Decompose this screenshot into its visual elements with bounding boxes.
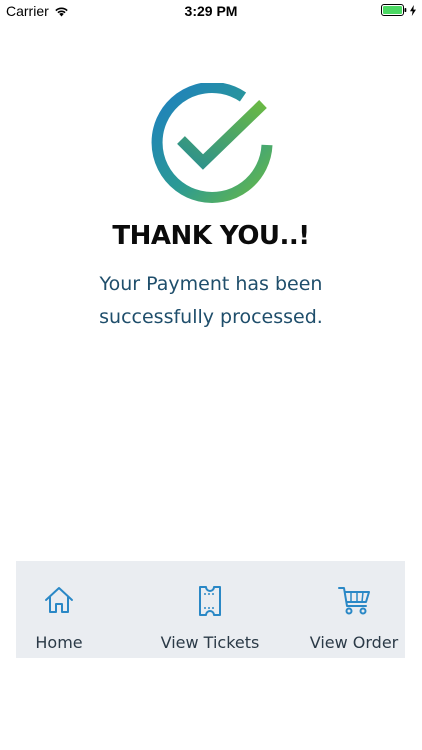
view-tickets-label: View Tickets xyxy=(160,633,260,652)
ticket-icon xyxy=(199,586,221,616)
view-tickets-button[interactable]: View Tickets xyxy=(146,561,274,658)
status-time: 3:29 PM xyxy=(184,3,238,19)
payment-success-screen: Carrier 3:29 PM THANK YOU..! Your Paymen… xyxy=(0,0,422,750)
view-order-button[interactable]: View Order xyxy=(308,561,400,658)
status-bar: Carrier 3:29 PM xyxy=(0,0,422,22)
bottom-action-bar: Home View Tickets View Order xyxy=(16,561,405,658)
payment-success-message: Your Payment has been successfully proce… xyxy=(99,273,323,328)
thank-you-title: THANK YOU..! xyxy=(112,221,310,251)
home-label: Home xyxy=(35,633,83,652)
cart-icon xyxy=(338,587,370,615)
home-icon xyxy=(45,587,73,613)
charging-bolt-icon xyxy=(410,4,416,16)
check-circle-icon xyxy=(151,83,273,203)
battery-group xyxy=(381,4,416,16)
battery-icon xyxy=(381,4,407,16)
view-order-label: View Order xyxy=(309,633,399,652)
home-button[interactable]: Home xyxy=(20,561,98,658)
